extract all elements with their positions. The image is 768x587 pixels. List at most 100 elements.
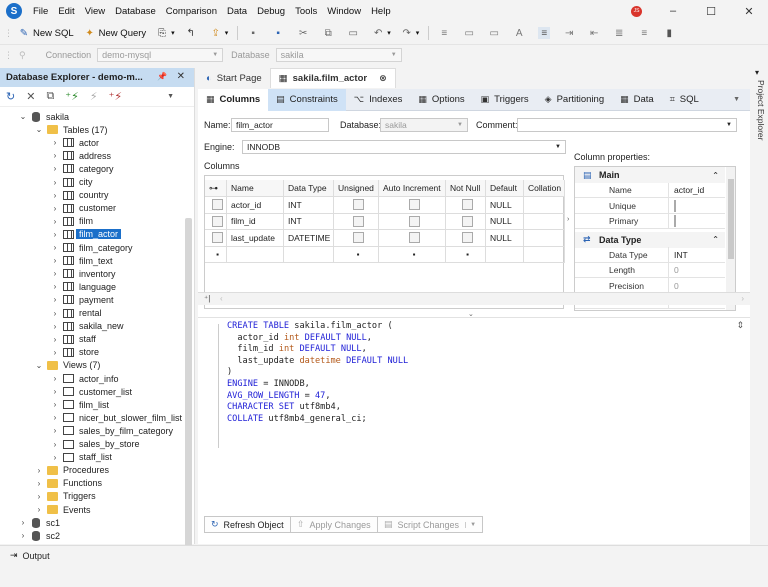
primary-key-checkbox[interactable] (212, 215, 223, 227)
chevron-right-icon[interactable]: › (18, 518, 28, 527)
chevron-right-icon[interactable]: › (50, 426, 60, 435)
primary-checkbox[interactable] (674, 215, 676, 227)
chevron-right-icon[interactable]: › (50, 295, 60, 304)
unsigned-checkbox[interactable] (352, 199, 364, 211)
default-column-header[interactable]: Default (486, 180, 524, 197)
tree-item-nicer-but-slower-film-list[interactable]: › nicer_but_slower_film_list (50, 411, 182, 424)
tree-item-customer[interactable]: › customer (50, 202, 116, 215)
outdent-button[interactable]: ⇤ (583, 23, 608, 43)
chevron-right-icon[interactable]: › (50, 400, 60, 409)
collation-column-header[interactable]: Collation (524, 180, 565, 197)
engine-select[interactable]: INNODB ▼ (242, 140, 566, 154)
save-all-button[interactable]: ▪ (267, 23, 292, 43)
unsigned-column-header[interactable]: Unsigned (334, 180, 379, 197)
grid-cell[interactable] (334, 197, 379, 214)
unsigned-checkbox[interactable] (352, 232, 364, 244)
tree-item-store[interactable]: › store (50, 346, 99, 359)
auto-increment-checkbox[interactable] (408, 215, 420, 227)
tree-item-country[interactable]: › country (50, 189, 109, 202)
tab-sql[interactable]: ⌗ SQL (662, 89, 707, 111)
grid-cell[interactable]: DATETIME (284, 230, 334, 247)
tab-film-actor[interactable]: ▦ sakila.film_actor ⊗ (269, 68, 396, 88)
sql-format-button[interactable]: ≡ (533, 23, 558, 43)
primary-key-checkbox[interactable] (212, 199, 223, 211)
pin-icon[interactable]: 📌 (157, 72, 167, 81)
tab-indexes[interactable]: ⌥ Indexes (346, 89, 411, 111)
chevron-right-icon[interactable]: › (50, 387, 60, 396)
tree-item-film-category[interactable]: › film_category (50, 241, 133, 254)
grid-cell[interactable]: actor_id (227, 197, 284, 214)
chevron-right-icon[interactable]: › (50, 230, 60, 239)
tree-item-language[interactable]: › language (50, 280, 116, 293)
comment-input[interactable]: ▼ (517, 118, 737, 132)
explorer-scrollbar[interactable] (185, 218, 192, 548)
toolbar-export-button[interactable]: ⇪ ▾ (205, 23, 234, 43)
cut-button[interactable]: ✂ (292, 23, 317, 43)
chevron-right-icon[interactable]: › (50, 256, 60, 265)
auto-increment-column-header[interactable]: Auto Increment (379, 180, 446, 197)
auto-increment-checkbox[interactable] (408, 232, 420, 244)
tab-partitioning[interactable]: ◈ Partitioning (537, 89, 612, 111)
not-null-checkbox[interactable] (462, 215, 473, 227)
grid-cell[interactable] (334, 230, 379, 247)
grid-cell[interactable] (205, 197, 227, 214)
tree-item-sc1[interactable]: › sc1 (18, 516, 60, 529)
menu-edit[interactable]: Edit (53, 6, 79, 17)
redo-button[interactable]: ↷ ▾ (396, 23, 425, 43)
properties-section-virtuality[interactable]: ⊡Virtuality⌃ (575, 309, 725, 310)
menu-view[interactable]: View (80, 6, 110, 17)
tree-item-staff[interactable]: › staff (50, 333, 96, 346)
collapse-icon[interactable]: ⌃ (712, 235, 719, 244)
key-column-header[interactable]: ⊶ (205, 180, 227, 197)
primary-key-checkbox[interactable] (212, 232, 223, 244)
tree-item-film[interactable]: › film (50, 215, 93, 228)
tree-item-functions[interactable]: › Functions (34, 477, 102, 490)
refresh-object-button[interactable]: ↻ Refresh Object (204, 516, 291, 533)
delete-icon[interactable]: ✕ (26, 90, 35, 103)
tree-item-payment[interactable]: › payment (50, 293, 114, 306)
menu-database[interactable]: Database (110, 6, 161, 17)
position-icon[interactable]: ⁺| (204, 294, 210, 303)
tree-item-tables-17[interactable]: ⌄ Tables (17) (34, 123, 108, 136)
chevron-right-icon[interactable]: › (50, 191, 60, 200)
property-value[interactable]: actor_id (669, 185, 704, 195)
grid-cell[interactable] (205, 230, 227, 247)
copy-button[interactable]: ⧉ (317, 23, 342, 43)
align-button[interactable]: ≣ (608, 23, 633, 43)
chevron-right-icon[interactable]: › (50, 269, 60, 278)
tab-options[interactable]: ▦ Options (410, 89, 472, 111)
chevron-right-icon[interactable]: › (50, 374, 60, 383)
chevron-right-icon[interactable]: › (50, 322, 60, 331)
chevron-down-icon[interactable]: ▼ (465, 521, 476, 528)
script-changes-button[interactable]: ▤ Script Changes ▼ (377, 516, 484, 533)
close-icon[interactable]: ✕ (177, 71, 185, 82)
scroll-left-icon[interactable]: ‹ (220, 294, 223, 303)
chevron-right-icon[interactable]: › (18, 531, 28, 540)
property-value[interactable]: 0 (669, 281, 679, 291)
grid-cell[interactable] (284, 246, 334, 263)
chevron-right-icon[interactable]: › (50, 164, 60, 173)
connection-select[interactable]: demo-mysql ▼ (97, 48, 224, 62)
grid-cell[interactable] (446, 197, 486, 214)
tree-item-sc2[interactable]: › sc2 (18, 529, 60, 542)
grid-cell[interactable] (446, 230, 486, 247)
menu-comparison[interactable]: Comparison (161, 6, 222, 17)
tab-triggers[interactable]: ▣ Triggers (473, 89, 537, 111)
filter-icon[interactable]: ⁺⚡ (109, 90, 123, 103)
wrap-button[interactable]: ≡ (633, 23, 658, 43)
menu-tools[interactable]: Tools (290, 6, 322, 17)
property-row[interactable]: Length 0 (575, 262, 725, 278)
uncomment-button[interactable]: ▭ (483, 23, 508, 43)
maximize-button[interactable]: ☐ (692, 5, 730, 18)
not-null-column-header[interactable]: Not Null (446, 180, 486, 197)
tree-item-inventory[interactable]: › inventory (50, 267, 116, 280)
chevron-down-icon[interactable]: ▼ (167, 93, 174, 100)
not-null-checkbox[interactable] (462, 199, 473, 211)
property-row[interactable]: Primary (575, 213, 725, 229)
property-row[interactable]: Data Type INT (575, 247, 725, 263)
tree-item-address[interactable]: › address (50, 149, 111, 162)
tab-data[interactable]: ▦ Data (612, 89, 662, 111)
project-explorer-tab[interactable]: ▾ Project Explorer (752, 68, 768, 158)
menu-window[interactable]: Window (322, 6, 366, 17)
case-button[interactable]: A (508, 23, 533, 43)
